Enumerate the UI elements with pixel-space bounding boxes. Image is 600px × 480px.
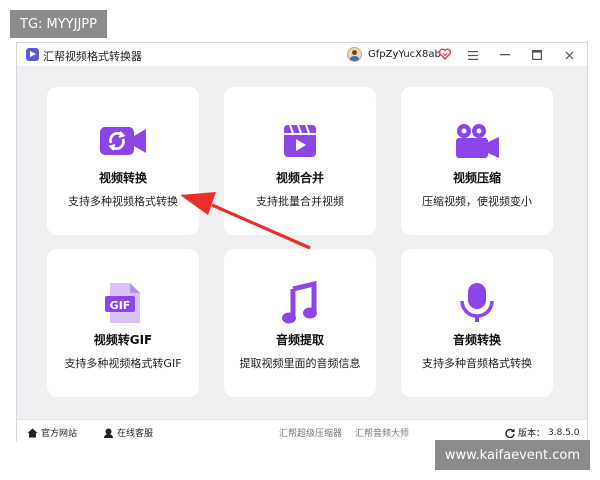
card-audio-convert[interactable]: 音频转换 支持多种音频格式转换	[401, 249, 553, 397]
home-icon	[27, 428, 38, 437]
card-desc: 支持多种视频格式转GIF	[64, 357, 182, 370]
video-camera-icon	[452, 119, 502, 163]
video-convert-icon	[98, 119, 148, 163]
audio-master-link[interactable]: 汇帮音频大师	[355, 426, 409, 439]
overlay-tag: TG: MYYJJPP	[10, 10, 107, 38]
maximize-button[interactable]	[523, 43, 551, 67]
card-audio-extract[interactable]: 音频提取 提取视频里面的音频信息	[224, 249, 376, 397]
gif-file-icon: GIF	[98, 281, 148, 325]
svg-text:GIF: GIF	[110, 299, 131, 312]
version-info[interactable]: 版本： 3.8.5.0	[505, 426, 580, 439]
card-desc: 支持批量合并视频	[256, 195, 344, 208]
card-video-compress[interactable]: 视频压缩 压缩视频，使视频变小	[401, 87, 553, 235]
card-title: 视频合并	[275, 171, 324, 185]
minimize-icon	[500, 54, 510, 56]
close-icon	[565, 51, 573, 59]
version-label: 版本：	[518, 429, 546, 439]
card-desc: 压缩视频，使视频变小	[422, 195, 532, 208]
music-note-icon	[275, 281, 325, 325]
hamburger-icon	[468, 50, 478, 60]
card-desc: 提取视频里面的音频信息	[239, 357, 361, 370]
online-service-link[interactable]: 在线客服	[103, 426, 153, 439]
card-title: 视频压缩	[452, 171, 501, 185]
compress-master-link[interactable]: 汇帮超级压缩器	[279, 426, 342, 439]
audio-master-label: 汇帮音频大师	[355, 429, 410, 439]
card-video-merge[interactable]: 视频合并 支持批量合并视频	[224, 87, 376, 235]
official-site-link[interactable]: 官方网站	[27, 426, 77, 439]
app-logo-icon	[26, 48, 39, 61]
compress-master-label: 汇帮超级压缩器	[279, 429, 343, 439]
card-title: 音频提取	[275, 333, 324, 347]
close-button[interactable]	[555, 43, 583, 67]
watermark: www.kaifaevent.com	[434, 440, 590, 470]
app-window: 汇帮视频格式转换器 GfpZyYucX8ab 视频转换 支持多种视频格式转换 视…	[16, 42, 588, 443]
app-title: 汇帮视频格式转换器	[43, 50, 142, 63]
card-desc: 支持多种视频格式转换	[68, 195, 178, 208]
microphone-icon	[452, 281, 502, 325]
official-site-label: 官方网站	[41, 429, 78, 439]
card-title: 音频转换	[452, 333, 501, 347]
card-video-to-gif[interactable]: GIF 视频转GIF 支持多种视频格式转GIF	[47, 249, 199, 397]
version-value: 3.8.5.0	[548, 427, 580, 438]
card-desc: 支持多种音频格式转换	[422, 357, 532, 370]
refresh-icon	[505, 428, 515, 438]
clapperboard-icon	[275, 119, 325, 163]
card-title: 视频转换	[98, 171, 147, 185]
avatar[interactable]	[347, 47, 362, 62]
user-name[interactable]: GfpZyYucX8ab	[368, 49, 441, 60]
card-title: 视频转GIF	[93, 333, 153, 347]
maximize-icon	[532, 50, 542, 60]
online-service-label: 在线客服	[117, 429, 154, 439]
menu-button[interactable]	[459, 43, 487, 67]
minimize-button[interactable]	[491, 43, 519, 67]
card-video-convert[interactable]: 视频转换 支持多种视频格式转换	[47, 87, 199, 235]
customer-service-icon	[104, 428, 113, 438]
vip-heart-icon[interactable]	[439, 48, 451, 60]
title-bar: 汇帮视频格式转换器 GfpZyYucX8ab	[17, 43, 587, 67]
